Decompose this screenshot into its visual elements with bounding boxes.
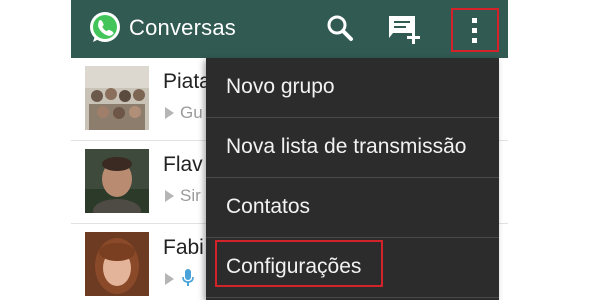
menu-item-label: Novo grupo <box>226 75 335 98</box>
chat-name: Fabi <box>163 236 204 259</box>
new-chat-button[interactable] <box>381 6 427 52</box>
menu-item-label: Nova lista de transmissão <box>226 135 467 158</box>
chat-preview-text: Gu <box>180 103 203 122</box>
divider <box>206 297 499 298</box>
chat-preview: Gu <box>165 103 203 123</box>
chat-name: Piata <box>163 70 211 93</box>
overflow-menu: Novo grupo Nova lista de transmissão Con… <box>206 58 499 300</box>
menu-item-contatos[interactable]: Contatos <box>206 178 499 237</box>
menu-item-configuracoes[interactable]: Configurações <box>206 238 499 297</box>
avatar <box>85 232 149 296</box>
search-button[interactable] <box>317 6 363 52</box>
menu-item-novo-grupo[interactable]: Novo grupo <box>206 58 499 117</box>
search-icon <box>327 15 353 41</box>
overflow-highlight-box <box>451 8 499 52</box>
chat-preview: Sir <box>165 186 201 206</box>
configuracoes-highlight-box <box>215 240 383 287</box>
chat-preview <box>165 269 194 289</box>
arrow-icon <box>165 107 174 119</box>
avatar <box>85 66 149 130</box>
menu-item-label: Contatos <box>226 195 311 218</box>
overflow-menu-button[interactable] <box>451 8 499 52</box>
new-chat-icon <box>389 16 420 44</box>
arrow-icon <box>165 273 174 285</box>
app-title: Conversas <box>129 15 236 40</box>
microphone-icon <box>182 269 194 286</box>
chat-preview-text: Sir <box>180 186 201 205</box>
avatar <box>85 149 149 213</box>
arrow-icon <box>165 190 174 202</box>
app-bar: Conversas <box>71 0 508 58</box>
menu-item-nova-lista[interactable]: Nova lista de transmissão <box>206 118 499 177</box>
whatsapp-logo-icon <box>87 10 123 46</box>
chat-name: Flav <box>163 153 203 176</box>
